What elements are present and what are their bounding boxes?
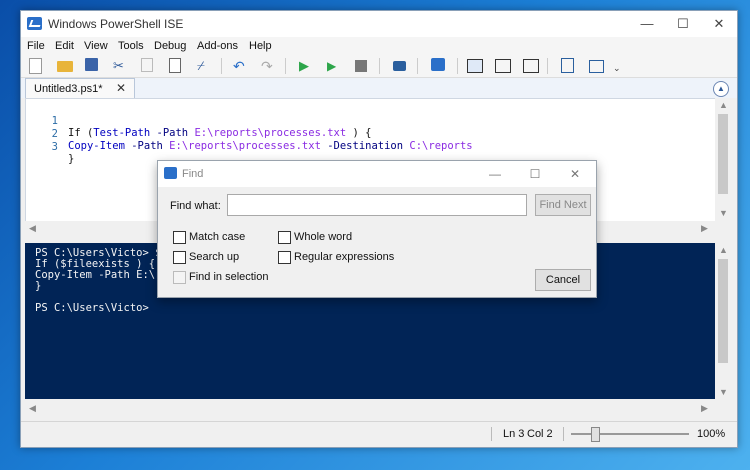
save-icon[interactable] <box>85 58 98 71</box>
title-bar: Windows PowerShell ISE — ☐ ✕ <box>21 11 737 37</box>
console-line: } <box>35 280 42 292</box>
clear-icon[interactable]: ⌿ <box>197 58 213 74</box>
toolbar-separator <box>457 58 458 74</box>
whole-word-label: Whole word <box>294 231 353 243</box>
console-prompt: PS C:\Users\Victo> <box>35 302 149 314</box>
menu-tools[interactable]: Tools <box>118 40 144 52</box>
scroll-right-icon[interactable]: ▶ <box>701 403 708 414</box>
menu-view[interactable]: View <box>84 40 108 52</box>
status-column: Col 2 <box>527 428 553 440</box>
zoom-slider[interactable] <box>571 433 689 435</box>
scroll-thumb[interactable] <box>718 259 728 363</box>
scroll-left-icon[interactable]: ◀ <box>29 223 36 234</box>
window-title: Windows PowerShell ISE <box>48 17 184 31</box>
scroll-thumb[interactable] <box>718 114 728 194</box>
tab-untitled3[interactable]: Untitled3.ps1* ✕ <box>25 78 135 99</box>
layout-top-icon[interactable] <box>467 59 483 73</box>
powershell-icon[interactable] <box>431 58 445 71</box>
status-divider <box>563 427 564 441</box>
find-dialog: Find — ☐ ✕ Find what: Find Next Match ca… <box>157 160 597 298</box>
scroll-down-icon[interactable]: ▼ <box>719 208 728 218</box>
zoom-slider-thumb[interactable] <box>591 427 600 442</box>
toolbar-separator <box>285 58 286 74</box>
toolbar-separator <box>379 58 380 74</box>
maximize-button[interactable]: ☐ <box>665 11 701 37</box>
regex-label: Regular expressions <box>294 251 395 263</box>
dialog-minimize-button[interactable]: — <box>478 162 512 186</box>
open-folder-icon[interactable] <box>57 61 73 72</box>
copy-icon[interactable] <box>141 58 153 72</box>
toolbar: ✂ ⌿ ↶ ↷ ▶ ▶ ⌄ <box>21 55 737 78</box>
scroll-up-icon[interactable]: ▲ <box>719 100 728 110</box>
paste-icon[interactable] <box>169 58 181 73</box>
addon-icon[interactable] <box>589 60 604 73</box>
code-token: } <box>68 153 75 165</box>
run-icon[interactable]: ▶ <box>299 58 315 74</box>
find-in-selection-checkbox[interactable] <box>173 271 186 284</box>
menu-addons[interactable]: Add-ons <box>197 40 238 52</box>
overflow-icon[interactable]: ⌄ <box>613 58 629 74</box>
code-line: 2 Copy-Item -Path E:\reports\processes.t… <box>26 116 686 152</box>
search-up-checkbox[interactable] <box>173 251 186 264</box>
status-line: Ln 3 <box>503 428 525 440</box>
menu-debug[interactable]: Debug <box>154 40 186 52</box>
tab-label: Untitled3.ps1* <box>34 83 103 95</box>
console-vertical-scrollbar[interactable]: ▲ ▼ <box>715 243 731 401</box>
toolbar-separator <box>417 58 418 74</box>
find-what-label: Find what: <box>170 200 221 212</box>
stop-icon[interactable] <box>355 60 367 72</box>
zoom-level: 100% <box>697 428 726 440</box>
find-in-selection-label: Find in selection <box>189 271 269 283</box>
dialog-close-button[interactable]: ✕ <box>558 162 592 186</box>
find-what-input[interactable] <box>227 194 527 216</box>
layout-right-icon[interactable] <box>495 59 511 73</box>
code-line: 3 } <box>26 129 686 165</box>
layout-max-icon[interactable] <box>523 59 539 73</box>
undo-icon[interactable]: ↶ <box>233 58 249 74</box>
snippet-icon[interactable] <box>561 58 574 73</box>
regex-checkbox[interactable] <box>278 251 291 264</box>
cancel-button[interactable]: Cancel <box>535 269 591 291</box>
scroll-down-icon[interactable]: ▼ <box>719 387 728 397</box>
minimize-button[interactable]: — <box>629 11 665 37</box>
toolbar-separator <box>221 58 222 74</box>
powershell-app-icon <box>164 167 177 179</box>
menu-edit[interactable]: Edit <box>55 40 74 52</box>
script-tab-strip: Untitled3.ps1* ✕ ▲ <box>21 78 737 99</box>
scroll-left-icon[interactable]: ◀ <box>29 403 36 414</box>
redo-icon[interactable]: ↷ <box>261 58 277 74</box>
code-text: } <box>68 153 74 165</box>
menu-help[interactable]: Help <box>249 40 272 52</box>
dialog-maximize-button[interactable]: ☐ <box>518 162 552 186</box>
line-number: 3 <box>51 141 58 153</box>
close-button[interactable]: ✕ <box>701 11 737 37</box>
search-up-label: Search up <box>189 251 240 263</box>
scroll-right-icon[interactable]: ▶ <box>701 223 708 234</box>
editor-vertical-scrollbar[interactable]: ▲ ▼ <box>715 98 731 222</box>
run-selection-icon[interactable]: ▶ <box>327 58 343 74</box>
dialog-title: Find <box>182 168 204 180</box>
new-file-icon[interactable] <box>29 58 42 74</box>
whole-word-checkbox[interactable] <box>278 231 291 244</box>
match-case-checkbox[interactable] <box>173 231 186 244</box>
find-next-button[interactable]: Find Next <box>535 194 591 216</box>
collapse-pane-icon[interactable]: ▲ <box>713 81 729 97</box>
tab-close-icon[interactable]: ✕ <box>116 81 126 95</box>
remote-icon[interactable] <box>393 61 406 71</box>
scroll-up-icon[interactable]: ▲ <box>719 245 728 255</box>
status-divider <box>491 427 492 441</box>
toolbar-separator <box>547 58 548 74</box>
console-line: Copy-Item -Path E:\r <box>35 269 162 281</box>
powershell-app-icon <box>27 17 42 30</box>
dialog-title-bar: Find — ☐ ✕ <box>158 161 596 187</box>
menu-file[interactable]: File <box>27 40 45 52</box>
match-case-label: Match case <box>189 231 246 243</box>
code-line: 1 If (Test-Path -Path E:\reports\process… <box>26 103 686 139</box>
cut-icon[interactable]: ✂ <box>113 58 129 74</box>
status-bar: Ln 3 Col 2 100% <box>21 421 737 446</box>
menu-bar: File Edit View Tools Debug Add-ons Help <box>21 37 737 55</box>
console-horizontal-scrollbar[interactable]: ◀ ▶ <box>25 401 715 415</box>
